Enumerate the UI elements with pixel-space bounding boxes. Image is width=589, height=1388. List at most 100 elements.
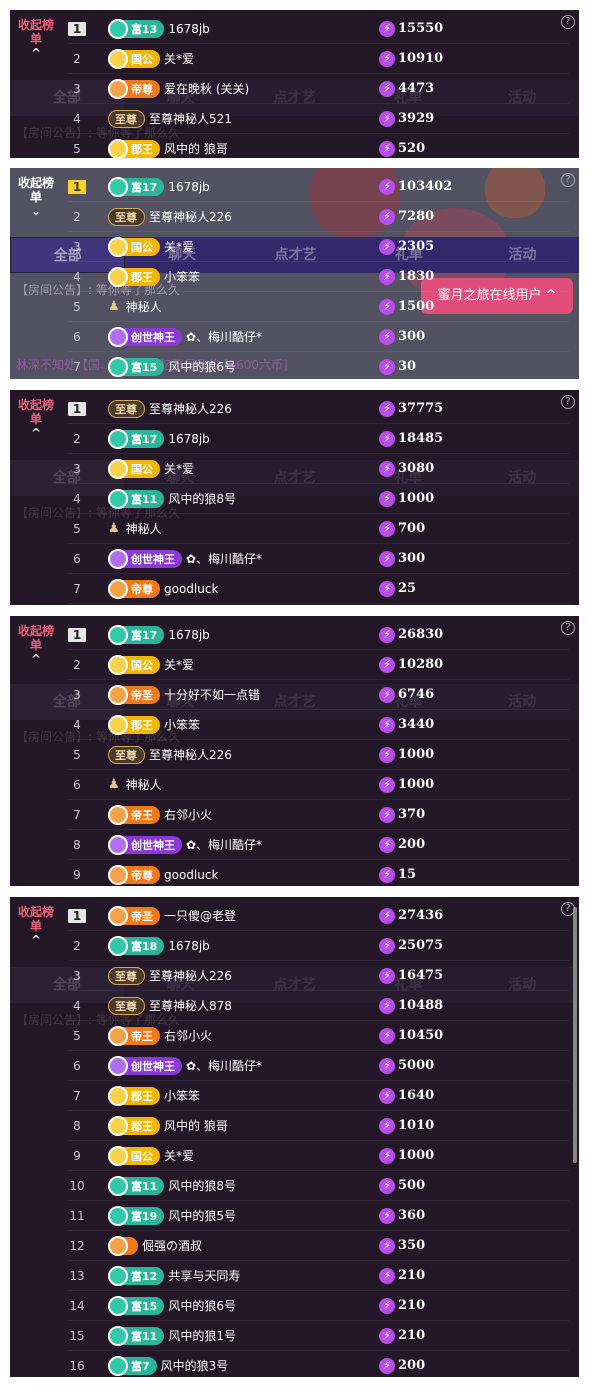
rank-row[interactable]: 6 创世神王 ✿、梅川酷仔* ⚡ 300 [68,544,569,574]
rank-row[interactable]: 9 国公 关*爱 ⚡ 1000 [68,1141,569,1171]
user-name[interactable]: 1678jb [168,432,328,446]
user-name[interactable]: 风中的狼8号 [168,1177,328,1194]
rank-row[interactable]: 9 帝尊 goodluck ⚡ 15 [68,860,569,886]
rank-row[interactable]: 6 ♟ 神秘人 ⚡ 1000 [68,770,569,800]
user-name[interactable]: 右邻小火 [164,806,324,823]
rank-row[interactable]: 3 帝圣 十分好不如一点错 ⚡ 6746 [68,680,569,710]
user-name[interactable]: 风中的 狼哥 [164,1117,324,1134]
user-name[interactable]: 右邻小火 [164,1027,324,1044]
rank-row[interactable]: 3 国公 关*爱 ⚡ 3080 [68,454,569,484]
collapse-rank-button[interactable]: 收起榜单 ^ [16,624,56,666]
user-name[interactable]: 1678jb [168,180,328,194]
user-name[interactable]: 风中的狼1号 [168,1327,328,1344]
rank-row[interactable]: 7 富15 风中的狼6号 ⚡ 30 [68,352,569,379]
user-name[interactable]: 关*爱 [164,50,324,67]
user-name[interactable]: 至尊神秘人521 [149,110,309,127]
user-name[interactable]: ✿、梅川酷仔* [186,550,346,567]
user-name[interactable]: 小笨笨 [164,268,324,285]
user-name[interactable]: 关*爱 [164,656,324,673]
user-name[interactable]: 神秘人 [126,298,286,315]
user-name[interactable]: goodluck [164,582,324,596]
user-name[interactable]: 至尊神秘人226 [149,967,309,984]
user-name[interactable]: goodluck [164,868,324,882]
rank-row[interactable]: 4 至尊 至尊神秘人878 ⚡ 10488 [68,991,569,1021]
rank-row[interactable]: 4 富11 风中的狼8号 ⚡ 1000 [68,484,569,514]
rank-row[interactable]: 1 帝圣 一只傻@老登 ⚡ 27436 [68,901,569,931]
user-name[interactable]: 风中的狼8号 [168,490,328,507]
user-name[interactable]: 爱在晚秋 (关关) [164,80,324,97]
rank-row[interactable]: 5 帝王 右邻小火 ⚡ 10450 [68,1021,569,1051]
user-name[interactable]: 倔强の酒叔 [142,1237,302,1254]
rank-row[interactable]: 1 富17 1678jb ⚡ 103402 [68,172,569,202]
rank-row[interactable]: 12 倔强の酒叔 ⚡ 350 [68,1231,569,1261]
rank-row[interactable]: 4 郡王 小笨笨 ⚡ 1830 [68,262,569,292]
user-name[interactable]: 神秘人 [126,520,286,537]
user-name[interactable]: 小笨笨 [164,716,324,733]
rank-row[interactable]: 2 富17 1678jb ⚡ 18485 [68,424,569,454]
rank-row[interactable]: 3 帝尊 爱在晚秋 (关关) ⚡ 4473 [68,74,569,104]
rank-row[interactable]: 5 至尊 至尊神秘人226 ⚡ 1000 [68,740,569,770]
contribution-score: ⚡ 1640 [379,1087,569,1104]
user-name[interactable]: 关*爱 [164,238,324,255]
user-name[interactable]: ✿、梅川酷仔* [186,1057,346,1074]
user-name[interactable]: ✿、梅川酷仔* [186,836,346,853]
user-name[interactable]: 风中的狼6号 [168,358,328,375]
user-name[interactable]: 神秘人 [126,776,286,793]
rank-row[interactable]: 1 富17 1678jb ⚡ 26830 [68,620,569,650]
user-name[interactable]: 至尊神秘人226 [149,746,309,763]
rank-row[interactable]: 7 帝王 右邻小火 ⚡ 370 [68,800,569,830]
user-name[interactable]: 至尊神秘人226 [149,208,309,225]
collapse-rank-button[interactable]: 收起榜单 ^ [16,905,56,947]
rank-row[interactable]: 16 富7 风中的狼3号 ⚡ 200 [68,1351,569,1377]
collapse-rank-button[interactable]: 收起榜单 ⌄ [16,176,56,218]
lightning-icon: ⚡ [379,806,395,823]
rank-row[interactable]: 11 富19 风中的狼5号 ⚡ 360 [68,1201,569,1231]
rank-row[interactable]: 1 至尊 至尊神秘人226 ⚡ 37775 [68,394,569,424]
collapse-rank-button[interactable]: 收起榜单 ^ [16,18,56,60]
user-name[interactable]: 一只傻@老登 [164,907,324,924]
user-name[interactable]: 1678jb [168,22,328,36]
level-badge-icon [108,1145,128,1166]
rank-row[interactable]: 2 富18 1678jb ⚡ 25075 [68,931,569,961]
rank-row[interactable]: 6 创世神王 ✿、梅川酷仔* ⚡ 300 [68,322,569,352]
user-name[interactable]: 风中的狼3号 [161,1357,321,1374]
collapse-rank-button[interactable]: 收起榜单 ^ [16,398,56,440]
user-name[interactable]: ✿、梅川酷仔* [186,328,346,345]
rank-row[interactable]: 2 至尊 至尊神秘人226 ⚡ 7280 [68,202,569,232]
rank-row[interactable]: 4 至尊 至尊神秘人521 ⚡ 3929 [68,104,569,134]
rank-row[interactable]: 3 国公 关*爱 ⚡ 2305 [68,232,569,262]
rank-row[interactable]: 3 至尊 至尊神秘人226 ⚡ 16475 [68,961,569,991]
rank-row[interactable]: 15 富11 风中的狼1号 ⚡ 210 [68,1321,569,1351]
rank-row[interactable]: 5 郡王 风中的 狼哥 ⚡ 520 [68,134,569,158]
user-name[interactable]: 十分好不如一点错 [164,686,324,703]
rank-row[interactable]: 14 富15 风中的狼6号 ⚡ 210 [68,1291,569,1321]
rank-row[interactable]: 2 国公 关*爱 ⚡ 10280 [68,650,569,680]
user-name[interactable]: 至尊神秘人878 [149,997,309,1014]
lightning-icon: ⚡ [379,140,395,157]
lightning-icon: ⚡ [379,866,395,883]
user-level-badge: 至尊 [108,399,145,418]
rank-row[interactable]: 4 郡王 小笨笨 ⚡ 3440 [68,710,569,740]
user-name[interactable]: 关*爱 [164,460,324,477]
user-name[interactable]: 风中的狼6号 [168,1297,328,1314]
rank-row[interactable]: 8 郡王 风中的 狼哥 ⚡ 1010 [68,1111,569,1141]
user-name[interactable]: 1678jb [168,628,328,642]
rank-row[interactable]: 5 ♟ 神秘人 ⚡ 1500 [68,292,569,322]
user-name[interactable]: 小笨笨 [164,1087,324,1104]
rank-row[interactable]: 10 富11 风中的狼8号 ⚡ 500 [68,1171,569,1201]
rank-row[interactable]: 7 帝尊 goodluck ⚡ 25 [68,574,569,604]
scrollbar[interactable] [573,907,577,1163]
user-name[interactable]: 风中的 狼哥 [164,140,324,157]
rank-row[interactable]: 8 创世神王 ✿、梅川酷仔* ⚡ 200 [68,830,569,860]
rank-row[interactable]: 1 富13 1678jb ⚡ 15550 [68,14,569,44]
user-name[interactable]: 至尊神秘人226 [149,400,309,417]
user-name[interactable]: 1678jb [168,939,328,953]
rank-row[interactable]: 5 ♟ 神秘人 ⚡ 700 [68,514,569,544]
rank-row[interactable]: 2 国公 关*爱 ⚡ 10910 [68,44,569,74]
rank-row[interactable]: 6 创世神王 ✿、梅川酷仔* ⚡ 5000 [68,1051,569,1081]
user-name[interactable]: 共享与天同寿 [168,1267,328,1284]
rank-row[interactable]: 7 郡王 小笨笨 ⚡ 1640 [68,1081,569,1111]
user-name[interactable]: 关*爱 [164,1147,324,1164]
rank-row[interactable]: 13 富12 共享与天同寿 ⚡ 210 [68,1261,569,1291]
user-name[interactable]: 风中的狼5号 [168,1207,328,1224]
